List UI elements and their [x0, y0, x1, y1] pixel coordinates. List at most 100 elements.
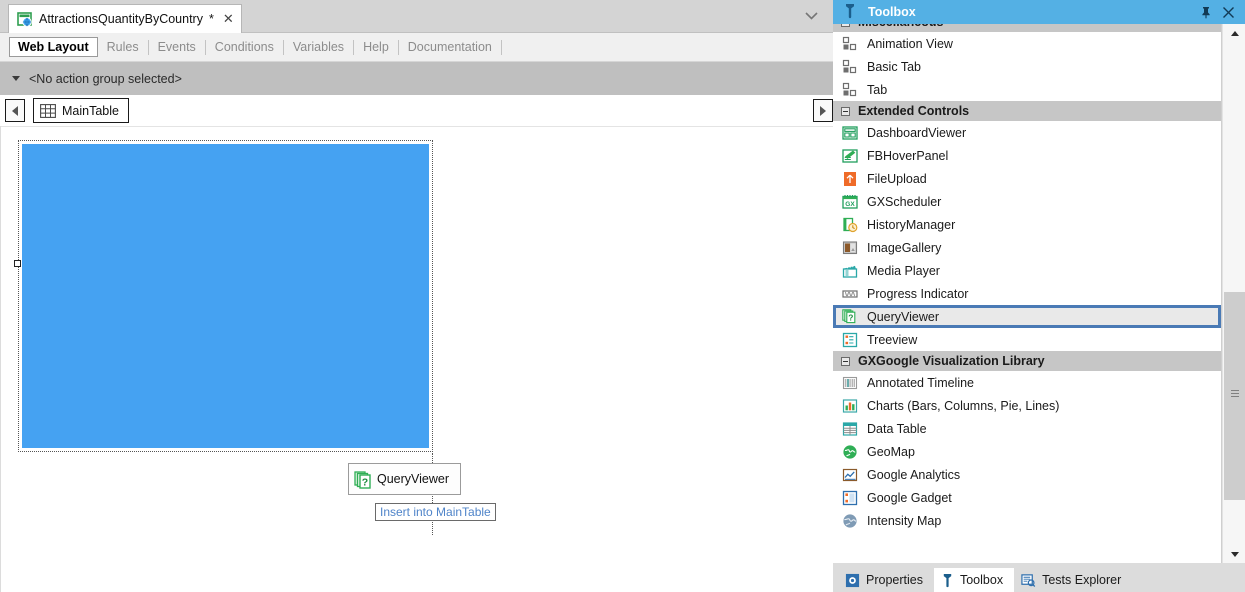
tab-control-icon: [842, 36, 858, 52]
scrollbar-thumb[interactable]: [1224, 292, 1245, 500]
dock-tab-tests-explorer[interactable]: Tests Explorer: [1014, 568, 1133, 592]
breadcrumb-item-maintable[interactable]: MainTable: [33, 98, 129, 123]
tab-events[interactable]: Events: [149, 38, 205, 56]
tab-help[interactable]: Help: [354, 38, 398, 56]
view-tab-bar: Web Layout Rules Events Conditions Varia…: [0, 33, 833, 62]
toolbox-item-geomap[interactable]: GeoMap: [833, 440, 1221, 463]
toolbox-item-dashboardviewer[interactable]: DashboardViewer: [833, 121, 1221, 144]
toolbox-item-label: Animation View: [867, 36, 953, 51]
toolbox-item-list[interactable]: Miscellaneous Animation View: [833, 24, 1222, 563]
toolbox-item-google-gadget[interactable]: Google Gadget: [833, 486, 1221, 509]
toolbox-item-fbhoverpanel[interactable]: FBHoverPanel: [833, 144, 1221, 167]
collapse-icon[interactable]: [841, 24, 850, 27]
dock-tab-toolbox[interactable]: Toolbox: [933, 568, 1015, 592]
toolbox-item-queryviewer[interactable]: ? QueryViewer: [833, 305, 1221, 328]
geomap-icon: [842, 444, 858, 460]
toolbox-item-tab[interactable]: Tab: [833, 78, 1221, 101]
tab-separator: [500, 39, 502, 55]
toolbox-item-label: Data Table: [867, 421, 927, 436]
history-manager-icon: [842, 217, 858, 233]
toolbox-item-google-analytics[interactable]: Google Analytics: [833, 463, 1221, 486]
tab-variables[interactable]: Variables: [284, 38, 353, 56]
data-table-icon: [842, 421, 858, 437]
grid-table-icon: [40, 103, 56, 118]
toolbox-item-label: FileUpload: [867, 171, 927, 186]
dock-tab-label: Tests Explorer: [1042, 573, 1122, 587]
web-layout-canvas[interactable]: ? QueryViewer Insert into MainTable: [0, 126, 833, 592]
toolbox-item-historymanager[interactable]: HistoryManager: [833, 213, 1221, 236]
toolbox-group-label: GXGoogle Visualization Library: [858, 354, 1045, 368]
drop-hint-tooltip: Insert into MainTable: [375, 503, 496, 521]
svg-text:GX: GX: [845, 201, 855, 208]
breadcrumb-item-label: MainTable: [62, 103, 119, 118]
drag-preview-queryviewer[interactable]: ? QueryViewer: [348, 463, 462, 495]
editor-area: AttractionsQuantityByCountry * ✕ Web Lay…: [0, 0, 833, 592]
toolbox-item-fileupload[interactable]: FileUpload: [833, 167, 1221, 190]
queryviewer-icon: ?: [842, 308, 858, 325]
toolbox-item-intensity-map[interactable]: Intensity Map: [833, 509, 1221, 532]
toolbox-item-label: GeoMap: [867, 444, 915, 459]
arrow-left-icon[interactable]: [5, 99, 25, 122]
toolbox-item-label: Progress Indicator: [867, 286, 969, 301]
collapse-icon[interactable]: [841, 356, 850, 366]
toolbox-item-imagegallery[interactable]: ImageGallery: [833, 236, 1221, 259]
google-gadget-icon: [842, 490, 858, 506]
toolbox-item-label: Treeview: [867, 332, 918, 347]
web-panel-icon: [17, 11, 33, 27]
toolbox-item-label: FBHoverPanel: [867, 148, 949, 163]
toolbox-panel: Toolbox Miscellaneous: [833, 0, 1245, 592]
toolbox-group-extended-controls[interactable]: Extended Controls: [833, 101, 1221, 121]
action-group-label: <No action group selected>: [29, 71, 182, 86]
annotated-timeline-icon: [842, 375, 858, 391]
intensity-map-icon: [842, 513, 858, 529]
dock-tab-filler: [1132, 568, 1245, 592]
toolbox-item-charts[interactable]: Charts (Bars, Columns, Pie, Lines): [833, 394, 1221, 417]
toolbox-item-data-table[interactable]: Data Table: [833, 417, 1221, 440]
tests-explorer-icon: [1021, 573, 1036, 588]
chevron-down-icon[interactable]: [799, 6, 823, 26]
collapse-icon[interactable]: [841, 106, 850, 116]
dock-tab-properties[interactable]: Properties: [838, 568, 934, 592]
resize-handle[interactable]: [14, 260, 21, 267]
dashboard-viewer-icon: [842, 125, 858, 141]
toolbox-item-treeview[interactable]: Treeview: [833, 328, 1221, 351]
close-icon[interactable]: ✕: [223, 13, 234, 26]
toolbox-item-label: ImageGallery: [867, 240, 942, 255]
toolbox-item-basic-tab[interactable]: Basic Tab: [833, 55, 1221, 78]
tab-conditions[interactable]: Conditions: [206, 38, 283, 56]
pin-icon[interactable]: [1195, 2, 1217, 22]
toolbox-item-media-player[interactable]: Media Player: [833, 259, 1221, 282]
tab-control-icon: [842, 59, 858, 75]
toolbox-scrollbar[interactable]: [1222, 24, 1245, 563]
dock-tab-bar: Properties Toolbox Tests Explorer: [833, 563, 1245, 592]
toolbox-item-label: GXScheduler: [867, 194, 942, 209]
toolbox-group-label: Extended Controls: [858, 104, 970, 118]
scroll-down-arrow-icon[interactable]: [1223, 545, 1245, 563]
toolbox-item-gxscheduler[interactable]: GX GXScheduler: [833, 190, 1221, 213]
close-icon[interactable]: [1217, 2, 1239, 22]
toolbox-item-label: Media Player: [867, 263, 940, 278]
toolbox-group-gxgoogle[interactable]: GXGoogle Visualization Library: [833, 351, 1221, 371]
tab-documentation[interactable]: Documentation: [399, 38, 501, 56]
maintable-fill: [22, 144, 429, 448]
action-group-bar[interactable]: <No action group selected>: [0, 62, 833, 95]
maintable-region[interactable]: [18, 140, 433, 452]
drag-preview-label: QueryViewer: [377, 472, 450, 486]
toolbox-group-miscellaneous[interactable]: Miscellaneous: [833, 24, 1221, 32]
toolbox-item-animation-view[interactable]: Animation View: [833, 32, 1221, 55]
toolbox-wrench-icon: [843, 3, 857, 22]
tab-rules[interactable]: Rules: [98, 38, 148, 56]
toolbox-item-label: QueryViewer: [867, 309, 940, 324]
toolbox-item-label: Charts (Bars, Columns, Pie, Lines): [867, 398, 1060, 413]
arrow-right-icon[interactable]: [813, 99, 833, 122]
document-tab-strip: AttractionsQuantityByCountry * ✕: [0, 0, 833, 33]
scroll-thumb-grip-icon: [1231, 390, 1239, 397]
document-tab[interactable]: AttractionsQuantityByCountry * ✕: [8, 4, 242, 33]
toolbox-item-annotated-timeline[interactable]: Annotated Timeline: [833, 371, 1221, 394]
caret-down-icon[interactable]: [12, 76, 20, 81]
svg-text:?: ?: [848, 312, 853, 322]
toolbox-item-progress-indicator[interactable]: Progress Indicator: [833, 282, 1221, 305]
properties-gear-icon: [845, 573, 860, 588]
scroll-up-arrow-icon[interactable]: [1223, 24, 1245, 42]
tab-web-layout[interactable]: Web Layout: [9, 37, 98, 57]
